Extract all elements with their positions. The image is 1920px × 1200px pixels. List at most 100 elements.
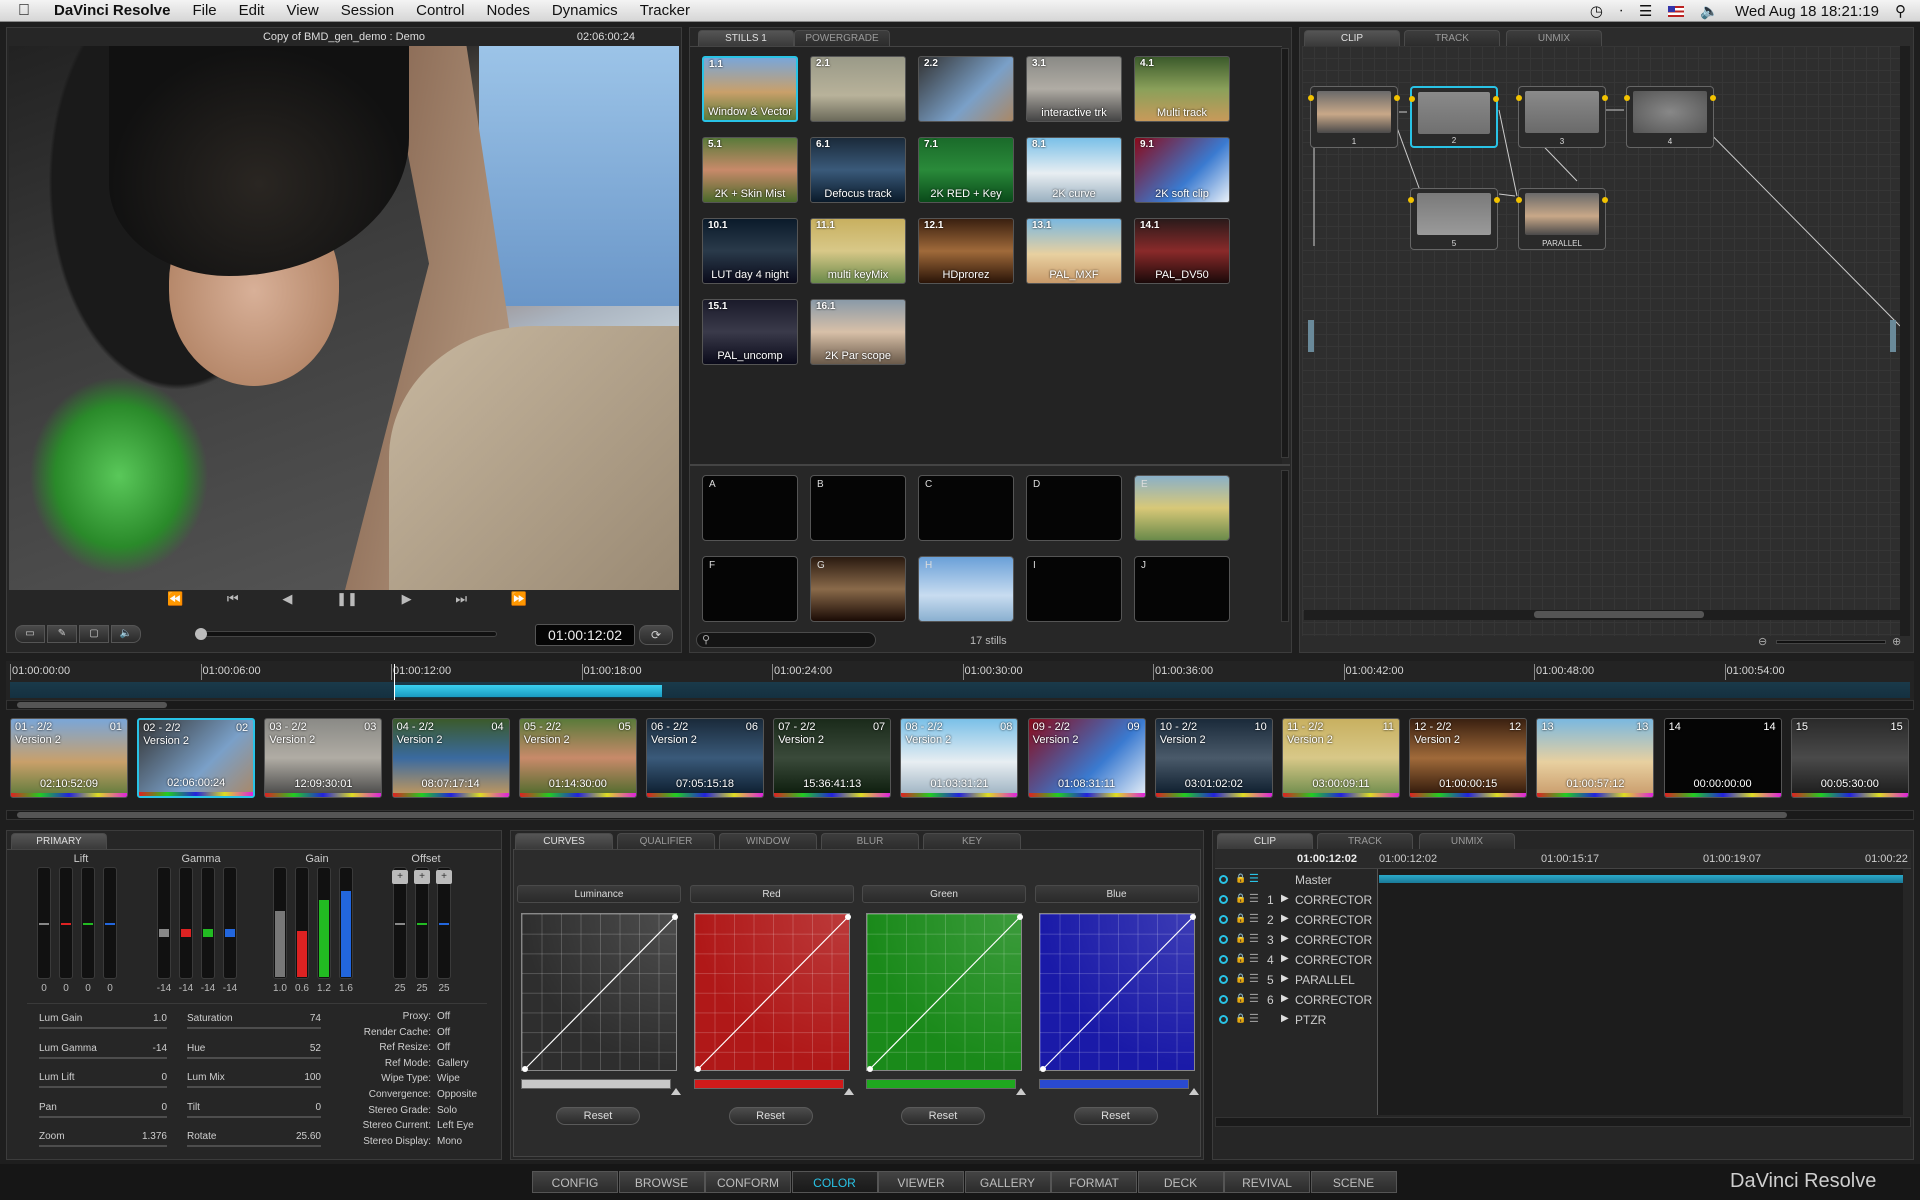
timeline-track[interactable] [10,682,1910,698]
color-wheel-slider[interactable] [37,867,51,979]
tab-config[interactable]: CONFIG [532,1171,618,1193]
node-1[interactable]: 1 [1308,86,1400,148]
node-input-handle[interactable] [1308,320,1314,352]
last-frame-icon[interactable]: ⏭ [455,591,467,611]
node-zoom-in-icon[interactable]: ⊕ [1892,635,1901,648]
node-3[interactable]: 3 [1516,86,1608,148]
timeline-clip[interactable]: 03 - 2/2 Version 2 03 12:09:30:01 [264,718,383,798]
layer-row[interactable]: 🔒 ☰ ▶ 6 CORRECTOR [1219,993,1375,1011]
menu-control[interactable]: Control [416,2,464,19]
curve-editor-luminance[interactable] [521,913,678,1072]
setting-value[interactable]: Off [437,1042,450,1053]
tab-key[interactable]: KEY [923,833,1021,849]
param-slider[interactable] [187,1056,321,1059]
timeline-clip[interactable]: 11 - 2/2 Version 2 11 03:00:09:11 [1282,718,1400,798]
layer-enable-icon[interactable] [1219,955,1228,964]
reset-button-luminance[interactable]: Reset [556,1107,640,1125]
node-zoom-out-icon[interactable]: ⊖ [1758,635,1767,648]
timeline-clip[interactable]: 12 - 2/2 Version 2 12 01:00:00:15 [1409,718,1528,798]
node-output-dot[interactable] [1394,95,1400,101]
node-output-dot[interactable] [1710,95,1716,101]
tab-browse[interactable]: BROWSE [618,1171,705,1193]
lock-icon[interactable]: 🔒 [1235,893,1246,904]
curve-range-handle[interactable] [671,1088,681,1095]
still-thumbnail[interactable]: 5.1 2K + Skin Mist [702,137,798,203]
list-icon[interactable]: ☰ [1249,972,1259,985]
param-value[interactable]: 0 [117,1102,167,1113]
tab-deck[interactable]: DECK [1137,1171,1224,1193]
node-output-dot[interactable] [1602,197,1608,203]
lock-icon[interactable]: 🔒 [1235,873,1246,884]
layers-hscroll[interactable] [1215,1117,1911,1127]
color-wheel-slider[interactable] [103,867,117,979]
node-hscroll[interactable] [1304,610,1900,620]
layer-row[interactable]: 🔒 ☰ ▶ 3 CORRECTOR [1219,933,1375,951]
audio-icon[interactable]: 🔈 [111,625,141,643]
still-thumbnail[interactable]: 4.1 Multi track [1134,56,1230,122]
setting-value[interactable]: Wipe [437,1073,460,1084]
param-value[interactable]: 0 [267,1102,321,1113]
param-value[interactable]: 1.376 [117,1131,167,1142]
color-wheel-slider[interactable]: + [414,867,430,979]
tab-layers-track[interactable]: TRACK [1317,833,1413,849]
app-menu[interactable]: DaVinci Resolve [54,2,170,19]
param-slider[interactable] [39,1115,167,1118]
layer-enable-icon[interactable] [1219,895,1228,904]
layer-row[interactable]: 🔒 ☰ ▶ PTZR [1219,1013,1375,1031]
timeline-clip[interactable]: 08 - 2/2 Version 2 08 01:03:31:21 [900,718,1019,798]
list-icon[interactable]: ☰ [1249,952,1259,965]
layer-enable-icon[interactable] [1219,915,1228,924]
still-thumbnail[interactable]: 10.1 LUT day 4 night [702,218,798,284]
setting-value[interactable]: Gallery [437,1058,469,1069]
volume-icon[interactable]: 🔈 [1700,2,1719,20]
rewind-icon[interactable]: ⏪ [167,591,183,611]
tab-scene[interactable]: SCENE [1310,1171,1397,1193]
timeline-hscroll[interactable] [6,700,1914,710]
param-slider[interactable] [187,1145,321,1147]
expand-icon[interactable]: ▶ [1281,993,1289,1004]
fast-forward-icon[interactable]: ⏩ [511,591,527,611]
curve-editor-red[interactable] [693,913,851,1072]
color-wheel-slider[interactable] [59,867,73,979]
list-icon[interactable]: ☰ [1249,1012,1259,1025]
timeline-clip[interactable]: 01 - 2/2 Version 2 01 02:10:52:09 [10,718,128,798]
still-thumbnail[interactable]: 8.1 2K curve [1026,137,1122,203]
node-input-dot[interactable] [1408,197,1414,203]
tab-node-unmix[interactable]: UNMIX [1506,30,1602,46]
still-thumbnail[interactable]: 2.2 [918,56,1014,122]
reset-button-red[interactable]: Reset [728,1107,813,1125]
list-icon[interactable]: ☰ [1249,932,1259,945]
viewer-mode-icon[interactable]: ▭ [15,625,45,643]
param-slider[interactable] [187,1027,321,1029]
memory-slot[interactable]: E [1134,475,1230,541]
setting-value[interactable]: Left Eye [437,1120,474,1131]
color-wheel-slider[interactable] [81,867,95,979]
node-input-dot[interactable] [1516,197,1522,203]
node-output-dot[interactable] [1493,96,1499,102]
reverse-play-icon[interactable]: ◀ [282,591,292,611]
color-wheel-slider[interactable] [295,867,309,979]
memory-slot[interactable]: B [810,475,906,541]
layer-enable-icon[interactable] [1219,875,1228,884]
layer-enable-icon[interactable] [1219,1015,1228,1024]
setting-value[interactable]: Solo [437,1105,457,1116]
param-value[interactable]: 74 [267,1013,321,1024]
jog-knob[interactable] [195,628,207,640]
lock-icon[interactable]: 🔒 [1235,973,1246,984]
still-thumbnail[interactable]: 2.1 [810,56,906,122]
still-thumbnail[interactable]: 7.1 2K RED + Key [918,137,1014,203]
layers-track-area[interactable] [1377,869,1903,1115]
tab-blur[interactable]: BLUR [821,833,919,849]
reset-button-blue[interactable]: Reset [1073,1107,1158,1125]
node-input-dot[interactable] [1409,96,1415,102]
still-thumbnail[interactable]: 12.1 HDprorez [918,218,1014,284]
reset-button-green[interactable]: Reset [901,1107,985,1125]
spotlight-icon[interactable]: ⚲ [1895,2,1906,20]
picker-icon[interactable]: ✎ [47,625,77,643]
param-value[interactable]: 100 [267,1072,321,1083]
node-vscroll[interactable] [1900,46,1910,636]
loop-button[interactable]: ⟳ [639,625,673,645]
list-icon[interactable]: ☰ [1249,872,1259,885]
menu-session[interactable]: Session [341,2,394,19]
first-frame-icon[interactable]: ⏮ [227,591,239,611]
